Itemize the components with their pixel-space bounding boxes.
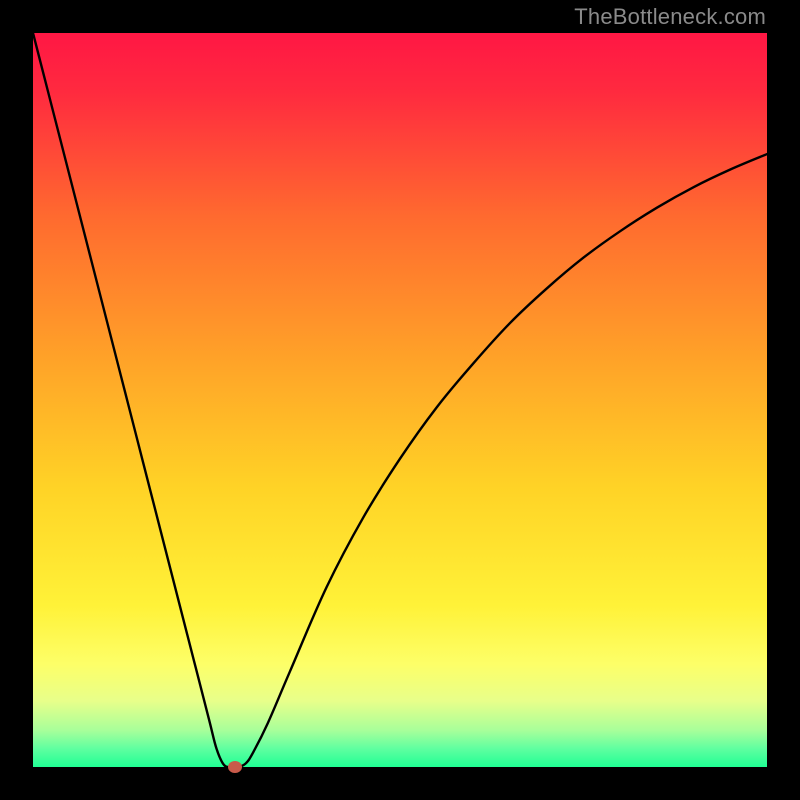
curve-layer	[33, 33, 767, 767]
watermark-text: TheBottleneck.com	[574, 4, 766, 30]
plot-area	[33, 33, 767, 767]
bottleneck-curve	[33, 33, 767, 767]
chart-frame: TheBottleneck.com	[0, 0, 800, 800]
optimal-point-marker	[228, 761, 242, 773]
